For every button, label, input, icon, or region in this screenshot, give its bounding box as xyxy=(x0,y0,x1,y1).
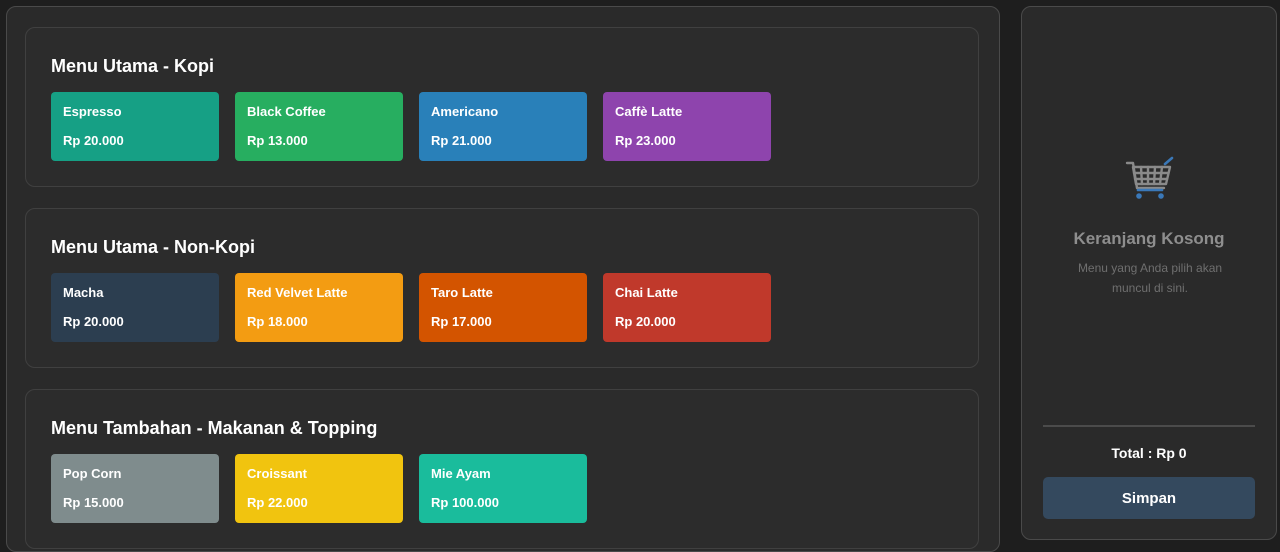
section-non-kopi: Menu Utama - Non-Kopi Macha Rp 20.000 Re… xyxy=(25,208,979,368)
menu-item-black-coffee[interactable]: Black Coffee Rp 13.000 xyxy=(235,92,403,161)
menu-item-name: Croissant xyxy=(247,466,307,481)
menu-item-name: Chai Latte xyxy=(615,285,678,300)
menu-item-name: Macha xyxy=(63,285,104,300)
menu-item-taro-latte[interactable]: Taro Latte Rp 17.000 xyxy=(419,273,587,342)
cart-empty-description: Menu yang Anda pilih akan muncul di sini… xyxy=(1077,261,1223,295)
menu-item-price: Rp 15.000 xyxy=(63,495,124,510)
section-title: Menu Utama - Non-Kopi xyxy=(51,237,255,257)
menu-items-non-kopi: Macha Rp 20.000 Red Velvet Latte Rp 18.0… xyxy=(51,273,771,342)
section-kopi: Menu Utama - Kopi Espresso Rp 20.000 Bla… xyxy=(25,27,979,187)
menu-item-mie-ayam[interactable]: Mie Ayam Rp 100.000 xyxy=(419,454,587,523)
menu-item-name: Americano xyxy=(431,104,499,119)
menu-item-croissant[interactable]: Croissant Rp 22.000 xyxy=(235,454,403,523)
menu-item-americano[interactable]: Americano Rp 21.000 xyxy=(419,92,587,161)
menu-item-price: Rp 13.000 xyxy=(247,133,308,148)
menu-item-price: Rp 20.000 xyxy=(63,133,124,148)
menu-items-kopi: Espresso Rp 20.000 Black Coffee Rp 13.00… xyxy=(51,92,771,161)
menu-item-pop-corn[interactable]: Pop Corn Rp 15.000 xyxy=(51,454,219,523)
menu-item-price: Rp 22.000 xyxy=(247,495,308,510)
menu-item-price: Rp 20.000 xyxy=(615,314,676,329)
menu-item-espresso[interactable]: Espresso Rp 20.000 xyxy=(51,92,219,161)
menu-item-macha[interactable]: Macha Rp 20.000 xyxy=(51,273,219,342)
menu-item-name: Black Coffee xyxy=(247,104,326,119)
menu-item-red-velvet-latte[interactable]: Red Velvet Latte Rp 18.000 xyxy=(235,273,403,342)
menu-item-name: Taro Latte xyxy=(431,285,493,300)
cart-divider xyxy=(1043,425,1255,427)
menu-items-makanan-topping: Pop Corn Rp 15.000 Croissant Rp 22.000 M… xyxy=(51,454,587,523)
menu-item-name: Mie Ayam xyxy=(431,466,491,481)
shopping-cart-icon xyxy=(1125,156,1174,199)
section-makanan-topping: Menu Tambahan - Makanan & Topping Pop Co… xyxy=(25,389,979,549)
menu-item-name: Espresso xyxy=(63,104,122,119)
menu-item-caffe-latte[interactable]: Caffè Latte Rp 23.000 xyxy=(603,92,771,161)
section-title: Menu Utama - Kopi xyxy=(51,56,215,76)
menu-item-price: Rp 18.000 xyxy=(247,314,308,329)
menu-item-price: Rp 21.000 xyxy=(431,133,492,148)
menu-item-name: Red Velvet Latte xyxy=(247,285,348,300)
menu-item-chai-latte[interactable]: Chai Latte Rp 20.000 xyxy=(603,273,771,342)
cart-empty-title: Keranjang Kosong xyxy=(1073,229,1225,248)
menu-item-name: Caffè Latte xyxy=(615,104,683,119)
cart-total: Total : Rp 0 xyxy=(1111,445,1187,461)
menu-item-price: Rp 17.000 xyxy=(431,314,492,329)
menu-item-price: Rp 23.000 xyxy=(615,133,676,148)
menu-item-price: Rp 100.000 xyxy=(431,495,499,510)
section-title: Menu Tambahan - Makanan & Topping xyxy=(51,418,378,438)
menu-panel: Menu Utama - Kopi Espresso Rp 20.000 Bla… xyxy=(6,6,1000,552)
menu-item-name: Pop Corn xyxy=(63,466,122,481)
menu-item-price: Rp 20.000 xyxy=(63,314,124,329)
cart-panel: Keranjang Kosong Menu yang Anda pilih ak… xyxy=(1021,6,1277,540)
save-button[interactable]: Simpan xyxy=(1043,477,1255,519)
